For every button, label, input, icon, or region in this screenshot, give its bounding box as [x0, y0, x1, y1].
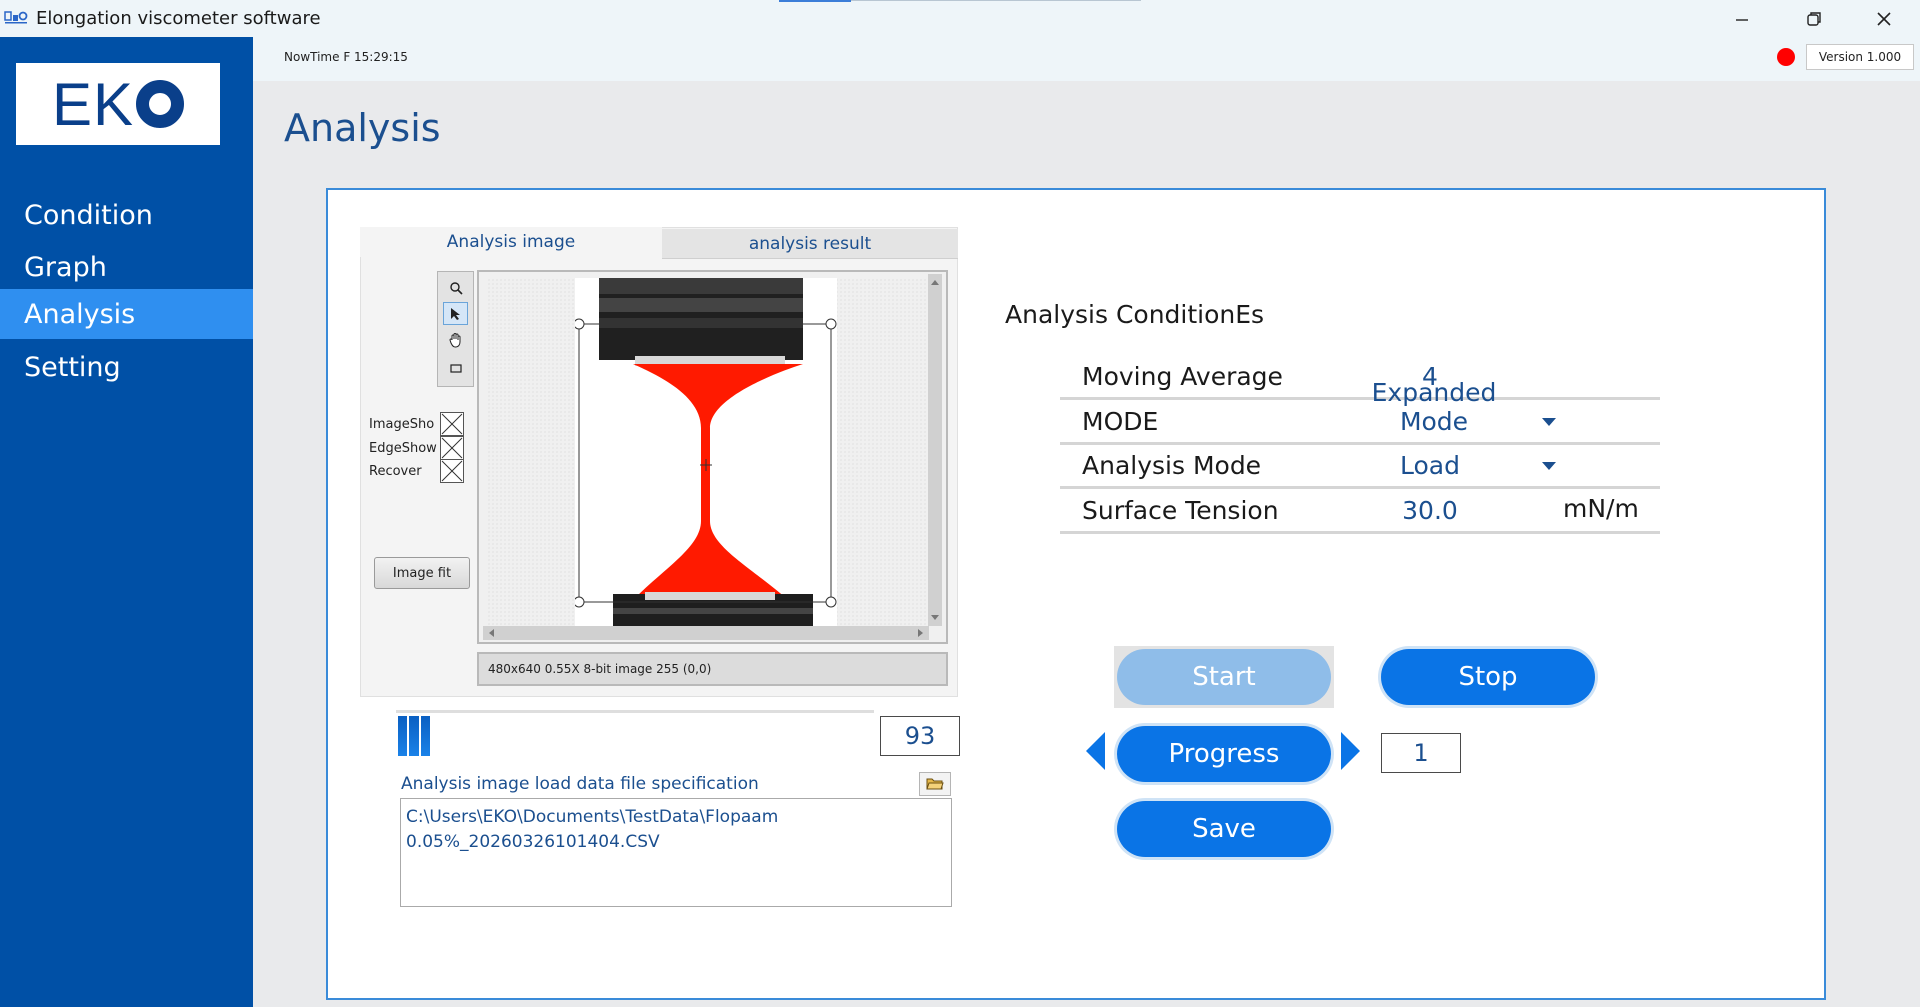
status-indicator	[1777, 48, 1795, 66]
rectangle-tool[interactable]	[443, 356, 468, 379]
image-fit-button[interactable]: Image fit	[374, 557, 470, 589]
open-folder-button[interactable]	[919, 772, 951, 796]
scroll-right-icon	[918, 629, 923, 637]
checked-icon	[441, 437, 463, 459]
restore-button[interactable]	[1778, 0, 1850, 37]
analysis-image	[575, 278, 837, 626]
taskbar-indicator	[779, 0, 851, 2]
version-label: Version 1.000	[1806, 44, 1914, 70]
step-number-field[interactable]: 1	[1381, 733, 1461, 773]
app-icon	[4, 11, 28, 24]
eko-logo: EK	[16, 63, 220, 145]
condition-row-analysis-mode: Analysis Mode Load	[1060, 445, 1660, 489]
stop-button[interactable]: Stop	[1381, 649, 1595, 705]
condition-row-mode: MODE Expanded Mode	[1060, 378, 1660, 445]
start-button[interactable]: Start	[1117, 649, 1331, 705]
vertical-scrollbar[interactable]	[928, 274, 942, 626]
checkbox-imagesho[interactable]	[440, 412, 464, 436]
checkbox-recover[interactable]	[440, 459, 464, 483]
close-button[interactable]	[1848, 0, 1920, 37]
title-bar: Elongation viscometer software	[0, 0, 1920, 37]
window-title: Elongation viscometer software	[36, 8, 321, 29]
tab-analysis-image[interactable]: Analysis image	[360, 227, 662, 257]
checked-icon	[441, 413, 463, 435]
checkbox-label-imagesho: ImageSho	[369, 417, 435, 432]
checkbox-edgeshow[interactable]	[440, 436, 464, 460]
conditions-title: Analysis ConditionEs	[1005, 300, 1265, 329]
surface-tension-value[interactable]: 30.0	[1388, 496, 1472, 525]
frame-number-field[interactable]: 93	[880, 716, 960, 756]
sidebar-item-setting[interactable]: Setting	[0, 342, 253, 392]
file-path-field[interactable]: C:\Users\EKO\Documents\TestData\Flopaam …	[400, 798, 952, 907]
horizontal-scrollbar[interactable]	[483, 626, 929, 640]
logo-letters: EK	[51, 70, 135, 138]
page-title: Analysis	[284, 106, 441, 150]
scroll-up-icon	[931, 280, 939, 285]
restore-icon	[1807, 11, 1821, 26]
file-path-line-1: C:\Users\EKO\Documents\TestData\Flopaam	[406, 807, 779, 827]
analysis-mode-label: Analysis Mode	[1082, 451, 1262, 480]
condition-row-surface-tension: Surface Tension 30.0 mN/m	[1060, 490, 1660, 534]
tab-analysis-result[interactable]: analysis result	[662, 229, 958, 259]
analysis-mode-select[interactable]: Load	[1390, 451, 1470, 480]
checkbox-label-edgeshow: EdgeShow	[369, 441, 437, 456]
frame-slider-track[interactable]	[396, 710, 874, 713]
next-step-icon[interactable]	[1341, 732, 1360, 770]
file-spec-label: Analysis image load data file specificat…	[401, 774, 759, 794]
folder-icon	[926, 778, 944, 790]
now-time: NowTime F 15:29:15	[284, 50, 408, 64]
header-strip	[253, 37, 1920, 81]
frame-slider-thumb[interactable]	[398, 716, 430, 756]
save-button[interactable]: Save	[1117, 801, 1331, 857]
pointer-icon	[450, 307, 460, 320]
scroll-down-icon	[931, 615, 939, 620]
close-icon	[1877, 11, 1891, 26]
previous-step-icon[interactable]	[1086, 732, 1105, 770]
sidebar-item-analysis[interactable]: Analysis	[0, 289, 253, 339]
logo-o-mark	[136, 80, 185, 128]
sidebar-item-graph[interactable]: Graph	[0, 242, 253, 292]
chevron-down-icon[interactable]	[1542, 418, 1556, 426]
sidebar: EK Condition Graph Analysis Setting	[0, 37, 253, 1007]
mode-select[interactable]: Expanded Mode	[1338, 378, 1530, 436]
logo-text: EK	[51, 70, 185, 139]
moving-average-label: Moving Average	[1082, 362, 1283, 391]
file-path-line-2: 0.05%_20260326101404.CSV	[406, 832, 660, 852]
minimize-button[interactable]	[1706, 0, 1778, 37]
hand-icon	[448, 332, 460, 347]
surface-tension-label: Surface Tension	[1082, 496, 1279, 525]
scroll-left-icon	[489, 629, 494, 637]
zoom-icon	[449, 281, 463, 295]
rectangle-icon	[449, 363, 462, 373]
taskbar-divider	[851, 0, 1141, 1]
pointer-tool[interactable]	[443, 302, 468, 325]
checked-icon	[441, 460, 463, 482]
minimize-icon	[1736, 18, 1748, 21]
mode-label: MODE	[1082, 407, 1159, 436]
image-viewer[interactable]	[477, 270, 948, 644]
image-info-bar: 480x640 0.55X 8-bit image 255 (0,0)	[477, 652, 948, 686]
surface-tension-unit: mN/m	[1563, 494, 1639, 523]
hand-tool[interactable]	[443, 328, 468, 351]
zoom-tool[interactable]	[443, 276, 468, 299]
image-toolbox	[437, 271, 474, 387]
chevron-down-icon[interactable]	[1542, 462, 1556, 470]
sidebar-item-condition[interactable]: Condition	[0, 190, 253, 240]
checkbox-label-recover: Recover	[369, 464, 422, 479]
progress-button[interactable]: Progress	[1117, 726, 1331, 782]
